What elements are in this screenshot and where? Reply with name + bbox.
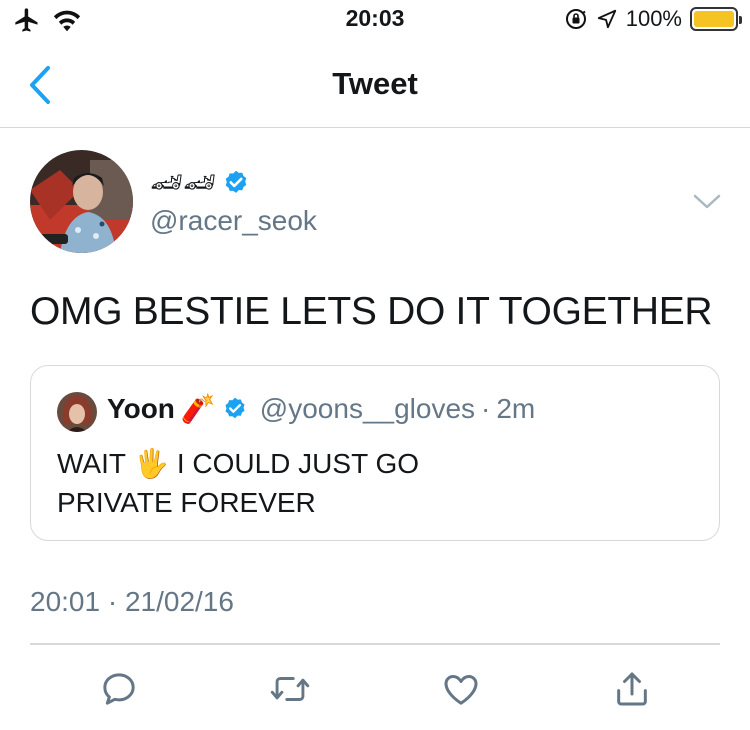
- share-button[interactable]: [609, 666, 655, 712]
- tweet-timestamp: 20:01 · 21/02/16: [30, 586, 234, 617]
- quoted-text: WAIT 🖐 I COULD JUST GO PRIVATE FOREVER: [57, 444, 419, 522]
- chevron-down-icon: [690, 190, 724, 214]
- battery-fill: [694, 11, 734, 27]
- quoted-header: Yoon 🧨 @yoons__gloves · 2m: [107, 392, 535, 425]
- quoted-tweet[interactable]: Yoon 🧨 @yoons__gloves · 2m WAIT 🖐 I COUL…: [30, 365, 720, 541]
- author-display-name: 🏎🏎: [150, 168, 217, 198]
- quoted-handle: @yoons__gloves: [259, 392, 476, 424]
- tweet-menu-button[interactable]: [690, 190, 724, 214]
- retweet-icon: [269, 669, 311, 709]
- reply-icon: [99, 669, 139, 709]
- nav-bar: Tweet: [0, 42, 750, 128]
- author-name[interactable]: 🏎🏎: [150, 168, 250, 198]
- like-button[interactable]: [438, 666, 484, 712]
- quoted-text-line2: PRIVATE FOREVER: [57, 487, 316, 518]
- quoted-text-line1-b: I COULD JUST GO: [176, 448, 420, 479]
- quoted-name: Yoon: [107, 392, 175, 424]
- quoted-avatar: [57, 392, 97, 432]
- divider: [30, 643, 720, 645]
- reply-button[interactable]: [96, 666, 142, 712]
- quoted-separator: ·: [481, 392, 491, 424]
- battery-percent: 100%: [625, 6, 682, 31]
- status-bar: 20:03 100%: [0, 0, 750, 42]
- tweet-detail-screen: 20:03 100% Tweet 🏎🏎 @racer_seok OMG BEST…: [0, 0, 750, 730]
- quoted-text-line1-a: WAIT: [57, 448, 126, 479]
- tweet-text: OMG BESTIE LETS DO IT TOGETHER: [30, 290, 713, 333]
- like-icon: [441, 669, 481, 709]
- avatar[interactable]: [30, 150, 133, 253]
- location-icon: [596, 8, 618, 30]
- retweet-button[interactable]: [267, 666, 313, 712]
- quoted-name-emoji: 🧨: [180, 392, 216, 425]
- share-icon: [612, 669, 652, 709]
- hand-emoji: 🖐: [133, 447, 169, 480]
- verified-badge-icon: [222, 169, 250, 197]
- author-handle[interactable]: @racer_seok: [150, 205, 317, 237]
- quoted-time: 2m: [496, 392, 536, 424]
- page-title: Tweet: [332, 66, 418, 101]
- orientation-lock-icon: [564, 7, 588, 31]
- battery-icon: [690, 7, 742, 31]
- verified-badge-icon: [222, 396, 248, 422]
- action-bar: [0, 660, 750, 720]
